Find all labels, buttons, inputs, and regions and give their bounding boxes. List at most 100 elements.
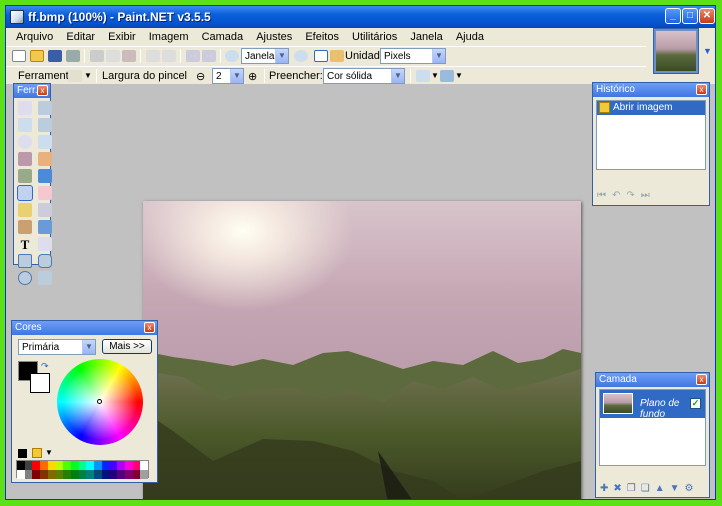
close-icon[interactable]: x (37, 85, 48, 96)
gradient-icon[interactable] (38, 169, 52, 183)
layer-visibility-checkbox[interactable]: ✓ (690, 398, 701, 409)
menu-utilitarios[interactable]: Utilitários (342, 28, 397, 43)
tools-panel-title[interactable]: Ferr... x (14, 84, 50, 98)
chevron-down-icon[interactable]: ▼ (45, 448, 53, 457)
palette-menu-icon[interactable] (32, 448, 42, 458)
fill-select[interactable]: Cor sólida ▼ (323, 68, 405, 84)
history-controls[interactable]: ⏮↶↷⏭ (597, 190, 656, 201)
deselect-icon[interactable] (162, 50, 176, 62)
paintbrush-tool-icon[interactable] (17, 185, 33, 201)
eraser-icon[interactable] (38, 186, 52, 200)
close-icon[interactable]: x (696, 374, 707, 385)
menu-efeitos[interactable]: Efeitos (295, 28, 339, 43)
open-folder-icon[interactable] (30, 50, 44, 62)
chevron-down-icon[interactable]: ▼ (455, 71, 463, 80)
swap-colors-icon[interactable]: ↷ (41, 361, 49, 372)
blend-mode-icon[interactable] (440, 70, 454, 82)
grid-icon[interactable] (314, 50, 328, 62)
zoom-icon[interactable] (38, 135, 52, 149)
ellipse-icon[interactable] (18, 271, 32, 285)
more-colors-button[interactable]: Mais >> (102, 339, 152, 354)
brush-width-label: Largura do pincel (102, 70, 188, 82)
minimize-button[interactable]: _ (665, 8, 681, 24)
units-select[interactable]: Pixels ▼ (380, 48, 446, 64)
pencil-icon[interactable] (18, 203, 32, 217)
history-panel: Histórico x Abrir imagem ⏮↶↷⏭ (592, 82, 710, 206)
menu-editar[interactable]: Editar (56, 28, 95, 43)
title-bar[interactable]: ff.bmp (100%) - Paint.NET v3.5.5 _ □ ✕ (6, 6, 715, 28)
increase-icon[interactable]: ⊕ (248, 70, 257, 83)
chevron-down-icon[interactable]: ▼ (703, 46, 712, 56)
close-icon[interactable]: x (144, 322, 155, 333)
zoom-select[interactable]: Janela ▼ (241, 48, 289, 64)
chevron-down-icon[interactable]: ▼ (84, 71, 92, 80)
history-panel-title[interactable]: Histórico x (593, 83, 709, 97)
magic-wand-icon[interactable] (18, 152, 32, 166)
ellipse-select-icon[interactable] (18, 135, 32, 149)
clone-stamp-icon[interactable] (18, 220, 32, 234)
line-curve-icon[interactable] (38, 237, 52, 251)
save-icon[interactable] (48, 50, 62, 62)
brush-width-select[interactable]: 2 ▼ (212, 68, 244, 84)
colors-panel: Cores x Primária ▼ Mais >> ↷ ▼ (11, 320, 158, 483)
color-mode-select[interactable]: Primária ▼ (18, 339, 96, 355)
rectangle-icon[interactable] (18, 254, 32, 268)
history-item[interactable]: Abrir imagem (597, 101, 705, 115)
layer-controls[interactable]: ✚✖❐❏▲▼⚙ (600, 483, 698, 494)
menu-ajuda[interactable]: Ajuda (446, 28, 484, 43)
app-icon (10, 10, 24, 24)
crop-icon[interactable] (146, 50, 160, 62)
menu-ajustes[interactable]: Ajustes (246, 28, 292, 43)
move-selected-icon[interactable] (38, 118, 52, 132)
chevron-down-icon[interactable]: ▼ (431, 71, 439, 80)
layer-row[interactable]: Plano de fundo ✓ (600, 390, 705, 420)
color-wheel[interactable] (57, 359, 143, 445)
menu-janela[interactable]: Janela (400, 28, 442, 43)
main-toolbar: Janela ▼ Unidades Pixels ▼ (6, 46, 646, 65)
lasso-select-icon[interactable] (18, 118, 32, 132)
redo-icon[interactable] (202, 50, 216, 62)
menu-exibir[interactable]: Exibir (98, 28, 136, 43)
chevron-down-icon: ▼ (432, 49, 445, 63)
zoom-out-icon[interactable] (225, 50, 239, 62)
antialiasing-icon[interactable] (416, 70, 430, 82)
cut-icon[interactable] (90, 50, 104, 62)
pan-hand-icon[interactable] (38, 152, 52, 166)
layers-title-text: Camada (599, 374, 637, 385)
recolor-icon[interactable] (38, 220, 52, 234)
freeform-shape-icon[interactable] (38, 271, 52, 285)
paintbrush-icon[interactable] (68, 70, 82, 82)
image-canvas[interactable] (143, 201, 581, 499)
new-file-icon[interactable] (12, 50, 26, 62)
close-button[interactable]: ✕ (699, 8, 715, 24)
menu-imagem[interactable]: Imagem (139, 28, 189, 43)
chevron-down-icon: ▼ (391, 69, 404, 83)
menu-bar: Arquivo Editar Exibir Imagem Camada Ajus… (6, 28, 646, 46)
default-colors-icon[interactable] (18, 449, 27, 458)
text-tool-icon[interactable]: T (18, 237, 32, 252)
colors-panel-title[interactable]: Cores x (12, 321, 157, 335)
paint-bucket-icon[interactable] (18, 169, 32, 183)
menu-camada[interactable]: Camada (192, 28, 244, 43)
menu-arquivo[interactable]: Arquivo (6, 28, 53, 43)
zoom-in-icon[interactable] (294, 50, 308, 62)
undo-icon[interactable] (186, 50, 200, 62)
maximize-button[interactable]: □ (682, 8, 698, 24)
ruler-icon[interactable] (330, 50, 344, 62)
rectangle-select-icon[interactable] (18, 101, 32, 115)
color-palette[interactable] (16, 460, 149, 479)
print-icon[interactable] (66, 50, 80, 62)
copy-icon[interactable] (106, 50, 120, 62)
secondary-color-swatch[interactable] (30, 373, 50, 393)
history-list: Abrir imagem (596, 100, 706, 170)
paste-icon[interactable] (122, 50, 136, 62)
image-thumbnail-tab[interactable] (653, 28, 699, 74)
layers-panel: Camada x Plano de fundo ✓ ✚✖❐❏▲▼⚙ (595, 372, 710, 498)
move-selection-icon[interactable] (38, 101, 52, 115)
layers-list: Plano de fundo ✓ (599, 389, 706, 466)
rounded-rectangle-icon[interactable] (38, 254, 52, 268)
layers-panel-title[interactable]: Camada x (596, 373, 709, 387)
decrease-icon[interactable]: ⊖ (196, 70, 205, 83)
color-picker-icon[interactable] (38, 203, 52, 217)
close-icon[interactable]: x (696, 84, 707, 95)
